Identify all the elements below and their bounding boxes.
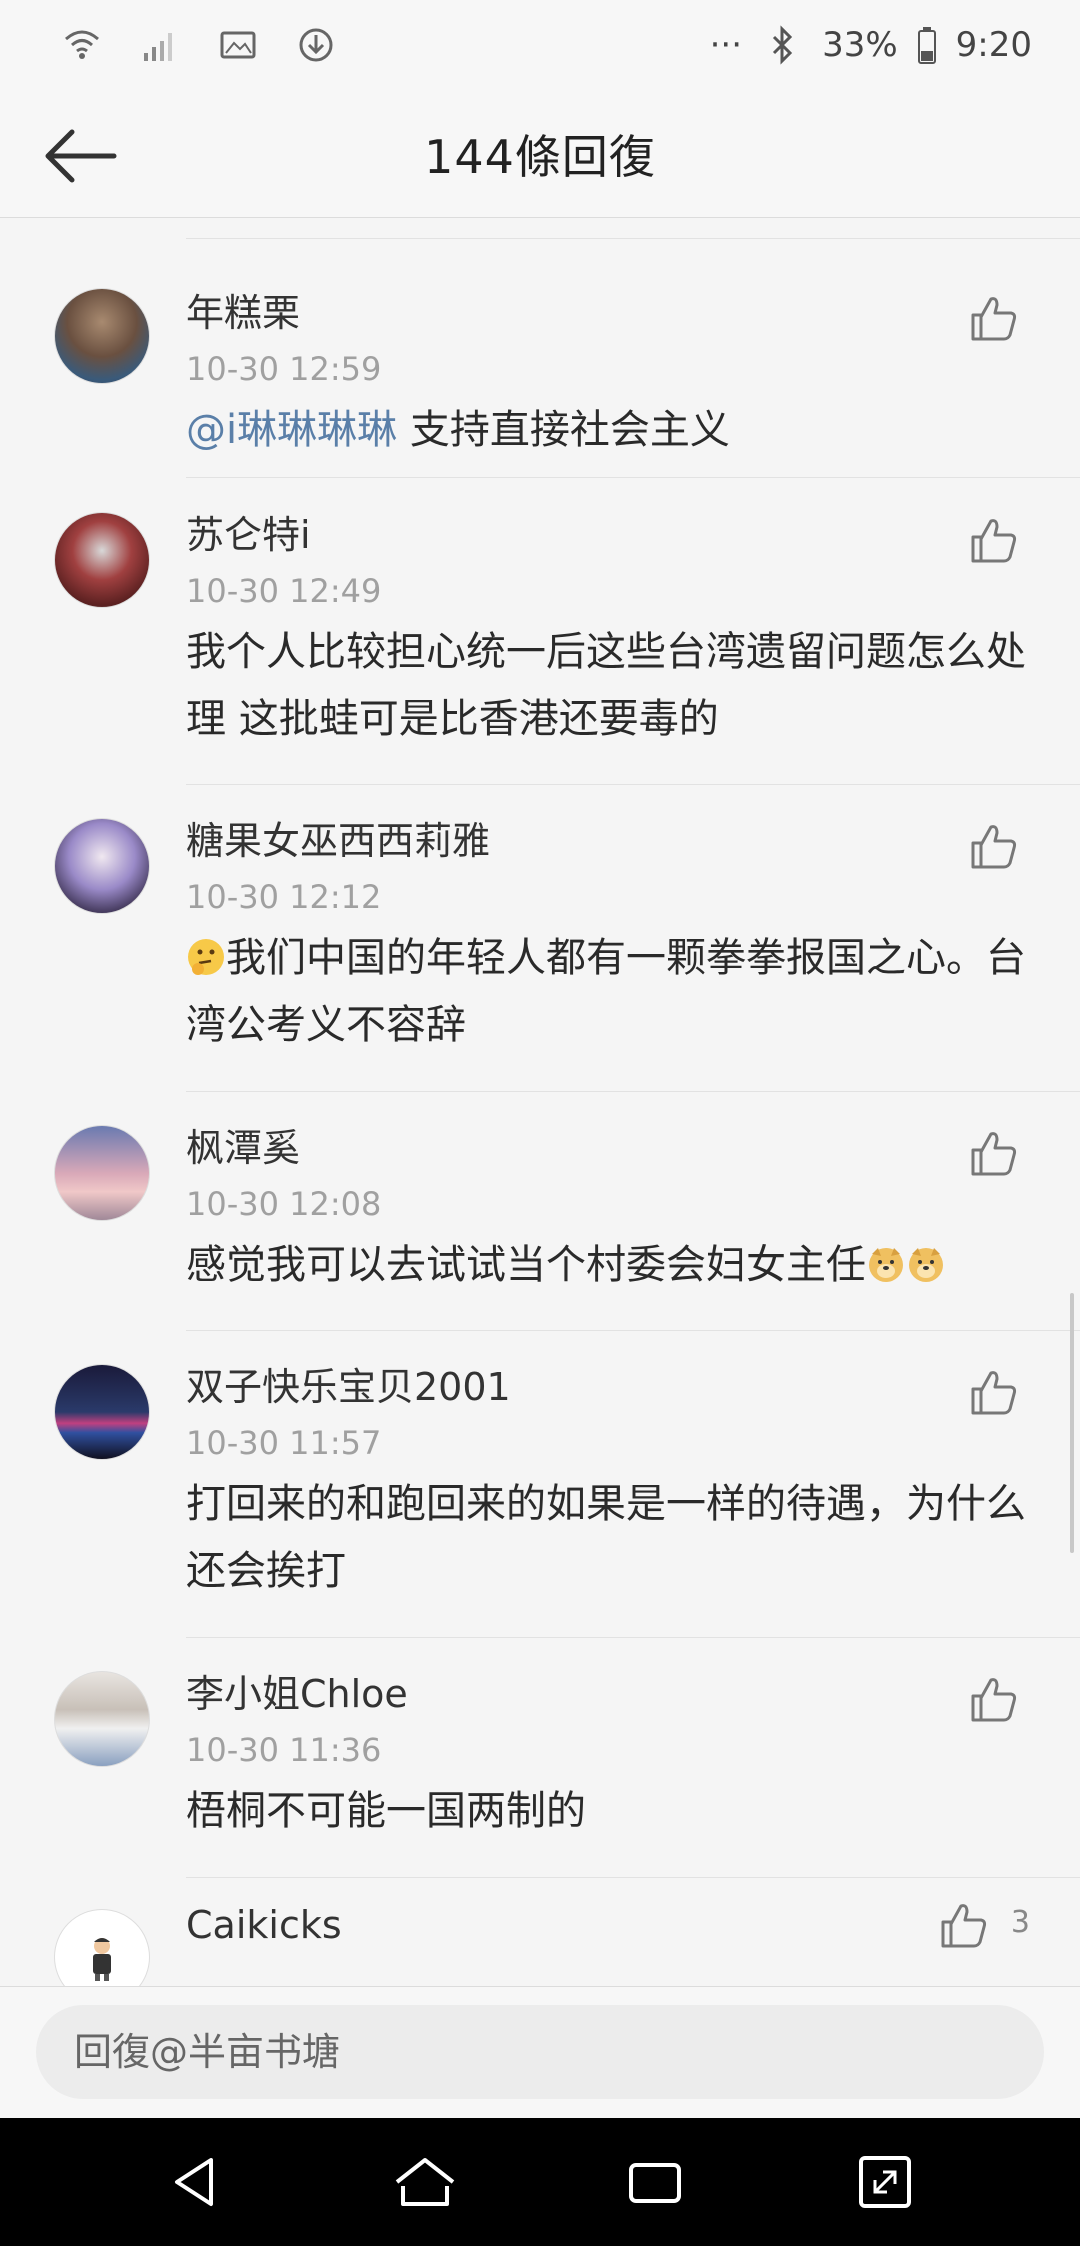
- comment-username[interactable]: 枫潭奚: [186, 1117, 300, 1172]
- comment-time: 10-30 12:12: [186, 878, 382, 916]
- home-icon: [395, 2158, 455, 2206]
- reply-input[interactable]: [36, 2005, 1044, 2099]
- thumbs-up-icon: [971, 1371, 1017, 1415]
- wifi-icon: [60, 23, 104, 67]
- title-bar: 144條回復: [0, 90, 1080, 218]
- comment-item: Caikicks 3: [0, 1877, 1080, 1986]
- battery-percent: 33%: [822, 25, 898, 65]
- nav-home-button[interactable]: [380, 2137, 470, 2227]
- avatar[interactable]: [54, 288, 150, 384]
- page-title: 144條回復: [424, 129, 656, 184]
- status-icons-left: [60, 23, 338, 67]
- reply-bar: [0, 1986, 1080, 2118]
- thumbs-up-icon: [971, 1132, 1017, 1176]
- bluetooth-icon: [760, 23, 804, 67]
- thinking-emoji-icon: [188, 939, 224, 975]
- comment-item: 年糕栗 10-30 12:59 @i琳琳琳琳 支持直接社会主义: [0, 256, 1080, 496]
- comment-time: 10-30 12:49: [186, 572, 382, 610]
- avatar[interactable]: [54, 1364, 150, 1460]
- mention-link[interactable]: @i琳琳琳琳: [186, 407, 397, 453]
- status-bar: ··· 33% 9:20: [0, 0, 1080, 90]
- navigation-bar: [0, 2118, 1080, 2246]
- expand-icon: [859, 2156, 911, 2208]
- doge-emoji-icon: [869, 1248, 903, 1282]
- comment-username[interactable]: 双子快乐宝贝2001: [186, 1356, 511, 1411]
- like-button[interactable]: [966, 1125, 1022, 1181]
- triangle-back-icon: [175, 2158, 213, 2206]
- comment-list[interactable]: 年糕栗 10-30 12:59 @i琳琳琳琳 支持直接社会主义 苏仑特i 10-…: [0, 218, 1080, 1986]
- avatar[interactable]: [54, 1671, 150, 1767]
- battery-icon: [916, 23, 938, 67]
- comment-username[interactable]: 苏仑特i: [186, 504, 311, 559]
- like-button[interactable]: [966, 290, 1022, 346]
- comment-body: 我们中国的年轻人都有一颗拳拳报国之心。台湾公考义不容辞: [186, 935, 1026, 1048]
- comment-item: 双子快乐宝贝2001 10-30 11:57 打回来的和跑回来的如果是一样的待遇…: [0, 1330, 1080, 1636]
- back-button[interactable]: [40, 116, 120, 196]
- notification-dots: ···: [709, 25, 743, 65]
- comment-item: 糖果女巫西西莉雅 10-30 12:12 我们中国的年轻人都有一颗拳拳报国之心。…: [0, 784, 1080, 1090]
- like-button[interactable]: [966, 1671, 1022, 1727]
- divider: [186, 238, 1080, 239]
- comment-time: 10-30 11:36: [186, 1731, 382, 1769]
- like-count: 3: [1010, 1905, 1030, 1940]
- comment-body: 感觉我可以去试试当个村委会妇女主任: [186, 1242, 866, 1288]
- thumbs-up-icon: [971, 1678, 1017, 1722]
- cartoon-person-icon: [93, 1938, 111, 1981]
- comment-text: 我们中国的年轻人都有一颗拳拳报国之心。台湾公考义不容辞: [186, 925, 1032, 1059]
- clock: 9:20: [955, 25, 1032, 65]
- comment-username[interactable]: 李小姐Chloe: [186, 1663, 408, 1718]
- comment-time: 10-30 11:57: [186, 1424, 382, 1462]
- avatar[interactable]: [54, 1909, 150, 1986]
- arrow-left-icon: [45, 129, 117, 183]
- nav-back-button[interactable]: [150, 2137, 240, 2227]
- comment-username[interactable]: 糖果女巫西西莉雅: [186, 810, 490, 865]
- like-button[interactable]: [966, 512, 1022, 568]
- comment-item: 李小姐Chloe 10-30 11:36 梧桐不可能一国两制的: [0, 1637, 1080, 1876]
- avatar[interactable]: [54, 512, 150, 608]
- comment-username[interactable]: Caikicks: [186, 1903, 342, 1947]
- comment-item: 枫潭奚 10-30 12:08 感觉我可以去试试当个村委会妇女主任: [0, 1091, 1080, 1330]
- nav-expand-button[interactable]: [840, 2137, 930, 2227]
- doge-emoji-icon: [909, 1248, 943, 1282]
- status-icons-right: ··· 33% 9:20: [710, 23, 1032, 67]
- avatar[interactable]: [54, 818, 150, 914]
- comment-text: 梧桐不可能一国两制的: [186, 1788, 586, 1834]
- thumbs-up-icon: [971, 825, 1017, 869]
- comment-body: 支持直接社会主义: [397, 407, 730, 453]
- comment-username[interactable]: 年糕栗: [186, 282, 300, 337]
- like-button[interactable]: [966, 1364, 1022, 1420]
- comment-time: 10-30 12:59: [186, 350, 382, 388]
- like-button[interactable]: [936, 1897, 992, 1953]
- thumbs-up-icon: [941, 1904, 987, 1948]
- thumbs-up-icon: [971, 519, 1017, 563]
- comment-text: @i琳琳琳琳 支持直接社会主义: [186, 397, 1032, 464]
- signal-icon: [138, 23, 182, 67]
- comment-time: 10-30 12:08: [186, 1185, 382, 1223]
- comment-text: 打回来的和跑回来的如果是一样的待遇，为什么还会挨打: [186, 1481, 1026, 1594]
- thumbs-up-icon: [971, 297, 1017, 341]
- like-button[interactable]: [966, 818, 1022, 874]
- comment-text: 感觉我可以去试试当个村委会妇女主任: [186, 1232, 1032, 1299]
- nav-recent-button[interactable]: [610, 2137, 700, 2227]
- recent-apps-icon: [629, 2163, 681, 2203]
- comment-item: 苏仑特i 10-30 12:49 我个人比较担心统一后这些台湾遗留问题怎么处理 …: [0, 478, 1080, 784]
- avatar[interactable]: [54, 1125, 150, 1221]
- download-icon: [294, 23, 338, 67]
- image-icon: [216, 23, 260, 67]
- comment-text: 我个人比较担心统一后这些台湾遗留问题怎么处理 这批蛙可是比香港还要毒的: [186, 629, 1026, 742]
- scrollbar[interactable]: [1070, 1293, 1074, 1553]
